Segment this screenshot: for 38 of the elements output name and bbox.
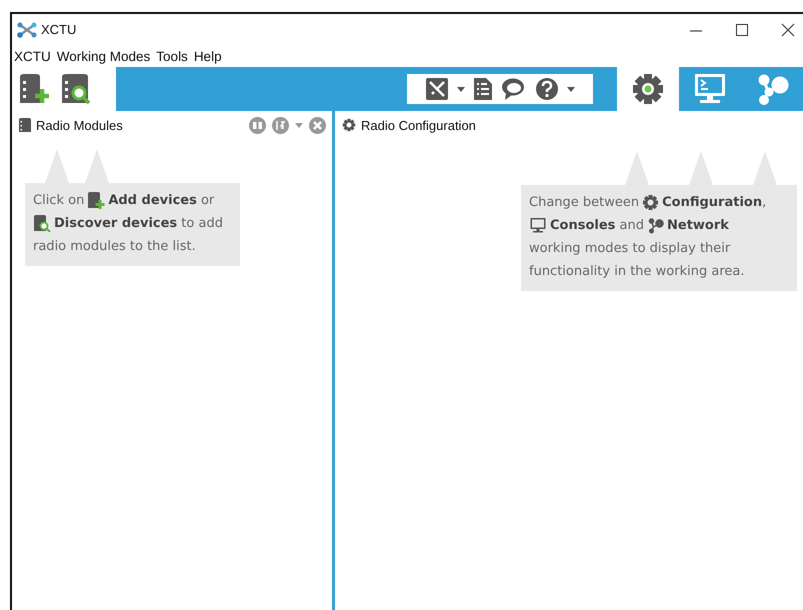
hint-text: radio modules to the list. [33, 238, 196, 256]
caret-icon[interactable] [567, 86, 575, 92]
sort-icon[interactable] [272, 116, 289, 134]
tools-icon[interactable] [425, 77, 449, 101]
hint-text: functionality in the working area. [529, 263, 744, 281]
hint-text: Consoles and [550, 217, 644, 235]
caret-icon[interactable] [457, 86, 465, 92]
menu-item[interactable]: Working Modes [56, 48, 150, 64]
device-plus-icon [87, 192, 106, 209]
help-icon[interactable] [535, 77, 559, 101]
hint-text: Change between [529, 194, 640, 212]
menu-item[interactable]: Tools [156, 48, 188, 64]
gear-icon [631, 72, 665, 106]
document-list-icon[interactable] [473, 77, 493, 101]
panel-title: Radio Configuration [361, 118, 476, 132]
device-magnifier-icon [33, 215, 51, 232]
hint-text: working modes to display their [529, 240, 730, 258]
device-plus-icon[interactable] [18, 73, 52, 105]
menu-item[interactable]: Help [194, 48, 222, 64]
gear-icon [642, 194, 660, 211]
nodes-icon [647, 217, 664, 234]
remove-icon[interactable] [309, 116, 326, 134]
hint-text: Configuration, [662, 194, 766, 212]
chat-bubbles-icon[interactable] [501, 77, 527, 101]
panel-title: Radio Modules [36, 118, 123, 132]
maximize-icon[interactable] [735, 22, 749, 36]
window-title: XCTU [41, 22, 76, 37]
hint-text: Discover devices to add [54, 215, 223, 233]
close-icon[interactable] [781, 22, 795, 36]
app-logo-icon [16, 22, 38, 38]
monitor-icon [529, 217, 547, 234]
gear-icon [342, 118, 356, 132]
hint-text: Network [667, 217, 729, 235]
hint-text: Click on [33, 192, 84, 210]
hint-text: Add devices or [108, 192, 214, 210]
device-icon [19, 118, 31, 132]
monitor-icon [692, 72, 728, 106]
menu-item[interactable]: XCTU [14, 48, 51, 64]
